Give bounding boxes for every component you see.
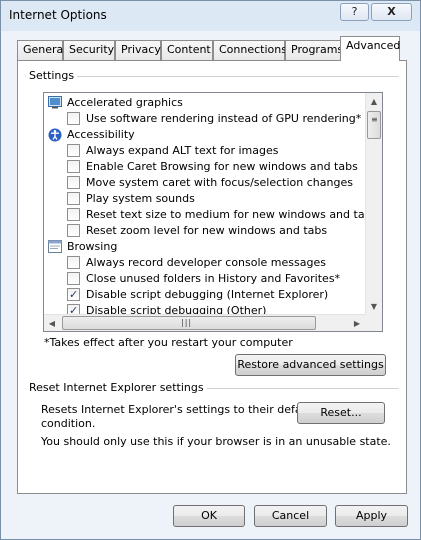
scroll-corner: [365, 314, 382, 331]
setting-checkbox[interactable]: [67, 224, 80, 237]
setting-checkbox[interactable]: [67, 256, 80, 269]
accessibility-icon: [48, 128, 62, 142]
settings-listbox[interactable]: Accelerated graphics Use software renderi…: [43, 92, 383, 332]
tab-security[interactable]: Security: [63, 40, 115, 60]
setting-checkbox-row[interactable]: Always expand ALT text for images: [44, 143, 364, 159]
setting-label[interactable]: Close unused folders in History and Favo…: [86, 271, 340, 287]
setting-checkbox[interactable]: [67, 160, 80, 173]
settings-group-label: Settings: [26, 69, 78, 82]
tab-connections[interactable]: Connections: [213, 40, 287, 60]
apply-button[interactable]: Apply: [335, 505, 408, 527]
setting-checkbox-row[interactable]: Always record developer console messages: [44, 255, 364, 271]
scroll-right-arrow-icon[interactable]: ▶: [349, 315, 365, 331]
category-label: Browsing: [67, 240, 118, 253]
tab-general[interactable]: General: [17, 40, 66, 60]
setting-checkbox[interactable]: [67, 287, 80, 303]
setting-checkbox-row[interactable]: Move system caret with focus/selection c…: [44, 175, 364, 191]
setting-label[interactable]: Reset zoom level for new windows and tab…: [86, 223, 327, 239]
settings-category: Browsing: [44, 239, 364, 255]
hscroll-grip-icon: |||: [181, 318, 193, 327]
window-title: Internet Options: [9, 8, 107, 22]
setting-label[interactable]: Move system caret with focus/selection c…: [86, 175, 353, 191]
scroll-up-arrow-icon[interactable]: ▲: [366, 93, 382, 110]
vertical-scroll-thumb[interactable]: ≡: [367, 111, 381, 139]
setting-checkbox-row[interactable]: Enable Caret Browsing for new windows an…: [44, 159, 364, 175]
scroll-down-arrow-icon[interactable]: ▼: [366, 298, 382, 315]
tab-advanced[interactable]: Advanced: [340, 36, 400, 61]
category-label: Accessibility: [67, 128, 135, 141]
tab-programs[interactable]: Programs: [285, 40, 343, 60]
setting-checkbox[interactable]: [67, 208, 80, 221]
reset-description-line-1: Resets Internet Explorer's settings to t…: [41, 403, 316, 416]
setting-label[interactable]: Enable Caret Browsing for new windows an…: [86, 159, 358, 175]
setting-checkbox[interactable]: [67, 176, 80, 189]
ok-button[interactable]: OK: [173, 505, 245, 527]
restart-note: *Takes effect after you restart your com…: [44, 336, 293, 349]
reset-warning: You should only use this if your browser…: [41, 435, 391, 448]
internet-options-dialog: Internet Options ? X General Security Pr…: [0, 0, 421, 540]
setting-label[interactable]: Disable script debugging (Internet Explo…: [86, 287, 328, 303]
vertical-scrollbar[interactable]: ▲ ≡ ▼: [365, 93, 382, 315]
help-button[interactable]: ?: [340, 3, 369, 21]
reset-button[interactable]: Reset...: [297, 402, 385, 424]
scroll-left-arrow-icon[interactable]: ◀: [44, 315, 60, 331]
setting-checkbox-row[interactable]: Disable script debugging (Internet Explo…: [44, 287, 364, 303]
reset-description-line-2: condition.: [41, 417, 96, 430]
setting-checkbox-row[interactable]: Play system sounds: [44, 191, 364, 207]
category-label: Accelerated graphics: [67, 96, 183, 109]
restore-advanced-settings-button[interactable]: Restore advanced settings: [235, 354, 386, 376]
display-icon: [48, 96, 62, 109]
setting-checkbox[interactable]: [67, 144, 80, 157]
scroll-grip-icon: ≡: [371, 115, 379, 124]
setting-checkbox-row[interactable]: Reset zoom level for new windows and tab…: [44, 223, 364, 239]
setting-label[interactable]: Play system sounds: [86, 191, 195, 207]
close-button[interactable]: X: [371, 3, 412, 21]
settings-group-line: [25, 76, 399, 78]
cancel-button[interactable]: Cancel: [254, 505, 327, 527]
setting-checkbox-row[interactable]: Use software rendering instead of GPU re…: [44, 111, 364, 127]
setting-label[interactable]: Use software rendering instead of GPU re…: [86, 111, 361, 127]
browsing-icon: [48, 240, 62, 253]
setting-label[interactable]: Always record developer console messages: [86, 255, 326, 271]
tab-privacy[interactable]: Privacy: [115, 40, 161, 60]
setting-label[interactable]: Reset text size to medium for new window…: [86, 207, 377, 223]
settings-category: Accelerated graphics: [44, 95, 364, 111]
settings-category: Accessibility: [44, 127, 364, 143]
horizontal-scrollbar[interactable]: ◀ ||| ▶: [44, 314, 366, 331]
setting-checkbox[interactable]: [67, 192, 80, 205]
horizontal-scroll-thumb[interactable]: |||: [62, 316, 316, 330]
title-bar[interactable]: Internet Options ? X: [1, 1, 420, 31]
setting-label[interactable]: Always expand ALT text for images: [86, 143, 279, 159]
setting-checkbox[interactable]: [67, 112, 80, 125]
setting-checkbox[interactable]: [67, 272, 80, 285]
tab-content[interactable]: Content: [161, 40, 213, 60]
reset-group-label: Reset Internet Explorer settings: [26, 381, 207, 394]
setting-checkbox-row[interactable]: Close unused folders in History and Favo…: [44, 271, 364, 287]
setting-checkbox-row[interactable]: Reset text size to medium for new window…: [44, 207, 377, 223]
